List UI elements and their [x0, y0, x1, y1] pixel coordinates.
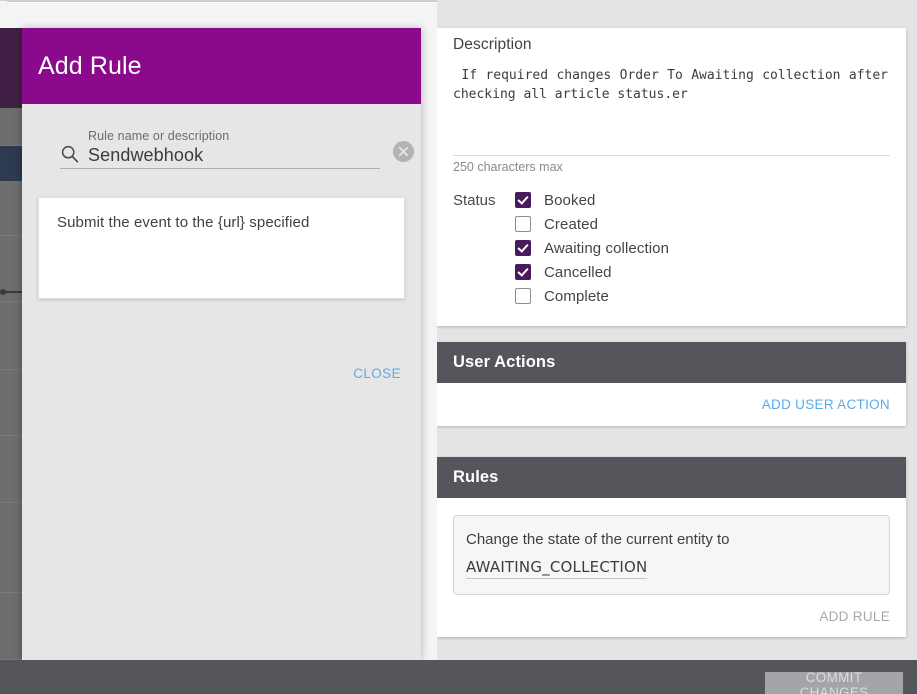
nav-rail-item[interactable] [0, 593, 22, 660]
status-row: Status Booked [453, 188, 669, 212]
description-divider [453, 155, 890, 156]
search-icon [60, 144, 80, 164]
status-row: Created [453, 212, 669, 236]
rule-search-label: Rule name or description [88, 129, 409, 143]
app-root: Description If required changes Order To… [0, 0, 917, 694]
description-card: Description If required changes Order To… [437, 28, 906, 326]
nav-rail-item[interactable] [0, 108, 22, 146]
collapsed-navigation-rail[interactable] [0, 28, 22, 660]
checkbox-label-booked: Booked [544, 192, 595, 209]
checkbox-label-cancelled: Cancelled [544, 264, 612, 281]
checkbox-label-awaiting-collection: Awaiting collection [544, 240, 669, 257]
user-actions-title: User Actions [437, 342, 906, 383]
checkbox-complete[interactable] [515, 288, 531, 304]
character-limit-hint: 250 characters max [453, 160, 563, 174]
checkbox-created[interactable] [515, 216, 531, 232]
dialog-header: Add Rule [22, 28, 421, 104]
add-user-action-button[interactable]: ADD USER ACTION [437, 383, 906, 412]
checkbox-cancelled[interactable] [515, 264, 531, 280]
add-rule-dialog: Add Rule Rule name or description Sendwe… [22, 28, 421, 660]
rule-item[interactable]: Change the state of the current entity t… [453, 515, 890, 595]
rule-search-result-text: Submit the event to the {url} specified [57, 214, 388, 231]
nav-connector-line [0, 291, 22, 293]
status-row: Cancelled [453, 260, 669, 284]
checkbox-label-complete: Complete [544, 288, 609, 305]
rule-search-field: Rule name or description Sendwebhook [60, 129, 409, 169]
nav-rail-item[interactable] [0, 370, 22, 436]
dialog-title: Add Rule [38, 52, 142, 81]
rule-search-input-line[interactable]: Sendwebhook [60, 144, 380, 169]
description-text[interactable]: If required changes Order To Awaiting co… [453, 67, 890, 104]
rules-card: Rules Change the state of the current en… [437, 457, 906, 637]
user-actions-card: User Actions ADD USER ACTION [437, 342, 906, 426]
add-rule-button[interactable]: ADD RULE [437, 595, 906, 624]
rules-title: Rules [437, 457, 906, 498]
status-group-label: Status [453, 192, 515, 209]
description-label: Description [453, 28, 890, 54]
close-dialog-button[interactable]: CLOSE [345, 360, 409, 387]
nav-rail-item-selected[interactable] [0, 146, 22, 181]
status-row: Awaiting collection [453, 236, 669, 260]
status-checkbox-group: Status Booked Created Awaiting collectio… [453, 188, 669, 308]
rule-search-value[interactable]: Sendwebhook [88, 146, 203, 165]
rule-state-value[interactable]: AWAITING_COLLECTION [466, 558, 647, 579]
detail-column: Description If required changes Order To… [437, 0, 917, 660]
nav-rail-item[interactable] [0, 181, 22, 236]
checkbox-booked[interactable] [515, 192, 531, 208]
commit-changes-button[interactable]: COMMIT CHANGES [765, 672, 903, 694]
checkbox-label-created: Created [544, 216, 598, 233]
nav-rail-item[interactable] [0, 503, 22, 593]
status-row: Complete [453, 284, 669, 308]
nav-rail-header [0, 28, 22, 108]
nav-rail-item[interactable] [0, 436, 22, 503]
rule-description: Change the state of the current entity t… [466, 530, 873, 550]
checkbox-awaiting-collection[interactable] [515, 240, 531, 256]
close-circle-icon[interactable] [393, 141, 414, 162]
nav-rail-item[interactable] [0, 302, 22, 370]
rule-search-result-item[interactable]: Submit the event to the {url} specified [38, 197, 405, 299]
